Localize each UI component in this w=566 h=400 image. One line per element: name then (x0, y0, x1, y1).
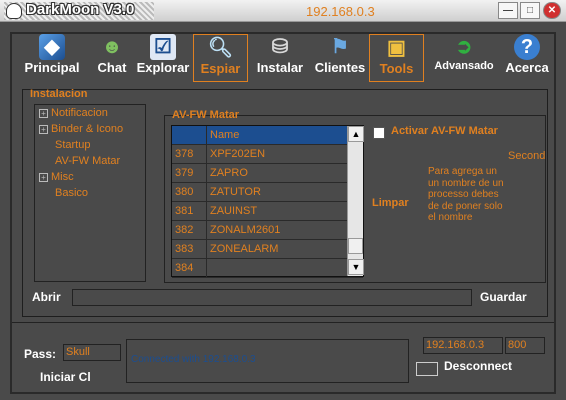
port-input[interactable]: 800 (505, 337, 545, 354)
tree-item-startup[interactable]: Startup (35, 137, 145, 153)
expand-icon[interactable]: + (39, 172, 48, 182)
scroll-thumb[interactable] (348, 238, 363, 254)
expand-icon[interactable]: + (39, 124, 48, 134)
list-item[interactable]: 379 ZAPRO (172, 164, 363, 183)
tree-label: Startup (55, 139, 91, 151)
avfw-title: AV-FW Matar (172, 109, 240, 121)
row-name: ZONALM2601 (206, 221, 363, 239)
toolbar-label: Principal (24, 60, 80, 75)
toolbar-label: Espiar (200, 61, 241, 76)
tree-label: Notificacion (51, 107, 108, 119)
disconnect-button[interactable]: Desconnect (444, 359, 512, 373)
help-text: Para agrega un un nombre de un processo … (428, 166, 504, 223)
row-id: 382 (175, 224, 194, 236)
scroll-up-icon[interactable]: ▲ (348, 126, 364, 142)
pass-input[interactable]: Skull (63, 344, 121, 361)
tree-item-basico[interactable]: Basico (35, 185, 145, 201)
path-input[interactable] (72, 289, 472, 306)
row-name: XPF202EN (206, 145, 363, 163)
users-icon: ☻ (101, 36, 123, 58)
green-arrow-icon: ➲ (455, 36, 473, 58)
row-name: ZATUTOR (206, 183, 363, 201)
list-header: Name (172, 126, 363, 145)
magnifier-icon: 🔍︎ (207, 37, 234, 59)
toolbar-chat[interactable]: ☻ Chat (93, 34, 131, 82)
title-ip: 192.168.0.3 (306, 4, 375, 19)
toolbar-instalar[interactable]: ⛁ Instalar (254, 34, 306, 82)
skull-icon (6, 3, 22, 19)
tree-label: AV-FW Matar (55, 155, 121, 167)
toolbar-label: Instalar (256, 60, 304, 75)
row-name: ZONEALARM (206, 240, 363, 258)
activate-label[interactable]: Activar AV-FW Matar (391, 125, 498, 137)
list-item[interactable]: 380 ZATUTOR (172, 183, 363, 202)
help-icon: ? (514, 34, 540, 60)
expand-icon[interactable]: + (39, 108, 48, 118)
tree-label: Misc (51, 171, 74, 183)
row-id: 384 (175, 262, 194, 274)
toolbar-acerca[interactable]: ? Acerca (503, 34, 551, 82)
minimize-button[interactable]: — (498, 2, 518, 19)
panel-title: Instalacion (30, 88, 88, 100)
header-name[interactable]: Name (206, 126, 363, 144)
scroll-down-icon[interactable]: ▼ (348, 259, 364, 275)
settings-tree: + Notificacion + Binder & Icono Startup AV… (34, 104, 146, 282)
row-name: ZAUINST (206, 202, 363, 220)
list-item[interactable]: 384 (172, 259, 363, 278)
toolbar-explorar[interactable]: ☑ Explorar (135, 34, 191, 82)
ip-input[interactable]: 192.168.0.3 (423, 337, 503, 354)
row-id: 380 (175, 186, 194, 198)
list-item[interactable]: 383 ZONEALARM (172, 240, 363, 259)
toolbar-advansado[interactable]: ➲ Advansado (430, 34, 498, 82)
tree-label: Binder & Icono (51, 123, 124, 135)
list-item[interactable]: 381 ZAUINST (172, 202, 363, 221)
open-button[interactable]: Abrir (32, 290, 61, 304)
list-item[interactable]: 382 ZONALM2601 (172, 221, 363, 240)
tree-item-misc[interactable]: + Misc (35, 169, 145, 185)
divider (12, 322, 554, 323)
maximize-button[interactable]: □ (520, 2, 540, 19)
disconnect-icon[interactable] (416, 362, 438, 376)
save-button[interactable]: Guardar (480, 290, 527, 304)
toolbar-label: Explorar (136, 60, 190, 75)
second-label: Second (508, 150, 546, 162)
row-name: ZAPRO (206, 164, 363, 182)
install-icon: ⛁ (271, 36, 289, 58)
toolbar-principal[interactable]: ◆ Principal (22, 34, 82, 82)
window-title: DarkMoon V3.0 (26, 1, 135, 18)
toolbar-label: Acerca (505, 60, 549, 75)
limpar-button[interactable]: Limpar (372, 197, 409, 209)
toolbar-clientes[interactable]: ⚑ Clientes (311, 34, 369, 82)
tools-icon: ▣ (387, 37, 406, 59)
tree-item-avfw[interactable]: AV-FW Matar (35, 153, 145, 169)
list-scrollbar[interactable]: ▲ ▼ (347, 126, 364, 276)
tree-label: Basico (55, 187, 89, 199)
title-bar: DarkMoon V3.0 192.168.0.3 — □ ✕ (0, 0, 566, 22)
checklist-icon: ☑ (150, 34, 176, 60)
activate-checkbox[interactable] (373, 127, 385, 139)
start-client-button[interactable]: Iniciar Cl (40, 370, 91, 384)
close-button[interactable]: ✕ (543, 2, 561, 19)
row-id: 383 (175, 243, 194, 255)
row-id: 381 (175, 205, 194, 217)
row-name (206, 259, 363, 277)
process-list[interactable]: Name 378 XPF202EN 379 ZAPRO 380 ZATUTOR 381… (171, 125, 364, 278)
tree-item-notificacion[interactable]: + Notificacion (35, 105, 145, 121)
toolbar-label: Advansado (434, 60, 494, 72)
row-id: 379 (175, 167, 194, 179)
list-item[interactable]: 378 XPF202EN (172, 145, 363, 164)
toolbar-tools[interactable]: ▣ Tools (369, 34, 424, 82)
toolbar-label: Chat (97, 60, 127, 75)
cube-icon: ◆ (39, 34, 65, 60)
status-text: Connected with 192.168.0.3 (131, 354, 256, 365)
network-icon: ⚑ (331, 36, 349, 58)
tree-item-binder[interactable]: + Binder & Icono (35, 121, 145, 137)
toolbar-label: Clientes (314, 60, 366, 75)
header-id (172, 126, 206, 144)
toolbar-label: Tools (379, 61, 414, 76)
toolbar-espiar[interactable]: 🔍︎ Espiar (193, 34, 248, 82)
row-id: 378 (175, 148, 194, 160)
pass-label: Pass: (24, 347, 57, 361)
